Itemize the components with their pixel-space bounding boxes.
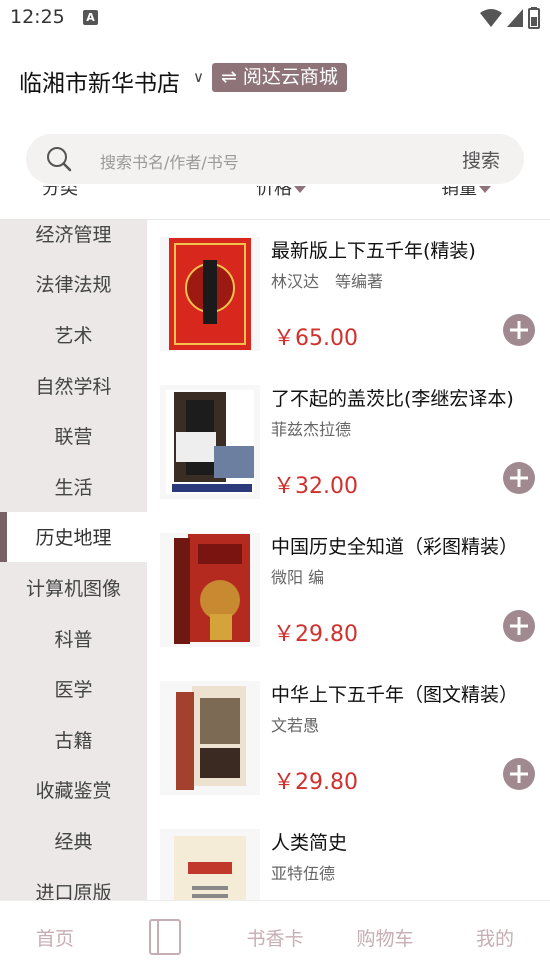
book-author: 亚特伍德 xyxy=(271,864,336,883)
sidebar-item-natural-science[interactable]: 自然学科 xyxy=(0,360,147,411)
list-item[interactable]: 人类简史 亚特伍德 xyxy=(147,812,550,900)
nav-home[interactable]: 首页 xyxy=(0,901,110,979)
sidebar-item-collection[interactable]: 收藏鉴赏 xyxy=(0,765,147,816)
book-author: 菲兹杰拉德 xyxy=(271,420,352,439)
add-to-cart-button[interactable] xyxy=(503,758,535,790)
sidebar-item-economics[interactable]: 经济管理 xyxy=(0,220,147,259)
sidebar-item-life[interactable]: 生活 xyxy=(0,461,147,512)
nav-bookshelf[interactable] xyxy=(110,901,220,979)
nav-cart[interactable]: 购物车 xyxy=(330,901,440,979)
book-price: ￥29.80 xyxy=(273,770,358,795)
book-cover xyxy=(160,385,260,499)
bottom-nav: 首页 书香卡 购物车 我的 xyxy=(0,900,550,979)
product-list: 最新版上下五千年(精装) 林汉达 等编著 ￥65.00 了不起的盖茨比(李继宏译… xyxy=(147,220,550,900)
list-item[interactable]: 最新版上下五千年(精装) 林汉达 等编著 ￥65.00 xyxy=(147,220,550,368)
sidebar-item-medicine[interactable]: 医学 xyxy=(0,663,147,714)
add-to-cart-button[interactable] xyxy=(503,314,535,346)
sidebar-item-computer[interactable]: 计算机图像 xyxy=(0,562,147,613)
sidebar-item-classics[interactable]: 经典 xyxy=(0,815,147,866)
book-title[interactable]: 最新版上下五千年(精装) xyxy=(271,236,476,263)
status-time: 12:25 xyxy=(10,6,65,28)
book-title[interactable]: 了不起的盖茨比(李继宏译本) xyxy=(271,384,514,411)
book-title[interactable]: 中华上下五千年（图文精装） xyxy=(271,680,518,707)
signal-icon xyxy=(507,9,523,27)
book-cover-image xyxy=(166,390,254,494)
book-price: ￥32.00 xyxy=(273,474,358,499)
list-item[interactable]: 了不起的盖茨比(李继宏译本) 菲兹杰拉德 ￥32.00 xyxy=(147,368,550,516)
chevron-down-icon[interactable]: ∨ xyxy=(193,68,204,86)
sort-bar: 分类 价格 销量 xyxy=(0,186,550,220)
nav-card[interactable]: 书香卡 xyxy=(220,901,330,979)
list-item[interactable]: 中国历史全知道（彩图精装） 微阳 编 ￥29.80 xyxy=(147,516,550,664)
book-cover xyxy=(160,237,260,351)
book-author: 微阳 编 xyxy=(271,568,325,587)
book-price: ￥65.00 xyxy=(273,326,358,351)
add-to-cart-button[interactable] xyxy=(503,462,535,494)
store-name[interactable]: 临湘市新华书店 xyxy=(19,64,180,98)
sidebar-item-law[interactable]: 法律法规 xyxy=(0,259,147,310)
book-cover-image xyxy=(169,238,251,350)
sort-sales-label: 销量 xyxy=(441,186,477,199)
sidebar-item-joint[interactable]: 联营 xyxy=(0,410,147,461)
add-to-cart-button[interactable] xyxy=(503,610,535,642)
sidebar-item-imported[interactable]: 进口原版 xyxy=(0,866,147,900)
search-input[interactable]: 搜索书名/作者/书号 xyxy=(100,149,239,173)
book-cover-image xyxy=(176,686,246,790)
notification-icon: A xyxy=(83,10,98,25)
sidebar-item-art[interactable]: 艺术 xyxy=(0,309,147,360)
header: 临湘市新华书店 ∨ ⇌ 阅达云商城 xyxy=(0,56,550,100)
book-cover xyxy=(160,533,260,647)
book-cover xyxy=(160,681,260,795)
book-cover-image xyxy=(174,534,250,644)
book-author: 林汉达 等编著 xyxy=(271,272,384,291)
status-bar: 12:25 A xyxy=(0,0,550,38)
sidebar-item-ancient-books[interactable]: 古籍 xyxy=(0,714,147,765)
battery-icon xyxy=(528,7,540,29)
search-bar[interactable]: 搜索书名/作者/书号 搜索 xyxy=(26,134,524,184)
caret-down-icon xyxy=(294,186,306,193)
book-icon xyxy=(149,919,181,955)
caret-down-icon xyxy=(479,186,491,193)
mall-switch-badge[interactable]: ⇌ 阅达云商城 xyxy=(212,63,347,92)
book-title[interactable]: 中国历史全知道（彩图精装） xyxy=(271,532,518,559)
nav-mine[interactable]: 我的 xyxy=(440,901,550,979)
book-price: ￥29.80 xyxy=(273,622,358,647)
sort-price[interactable]: 价格 xyxy=(256,186,306,200)
book-cover-image xyxy=(174,836,246,900)
wifi-icon xyxy=(480,9,502,27)
search-button[interactable]: 搜索 xyxy=(462,146,500,173)
list-item[interactable]: 中华上下五千年（图文精装） 文若愚 ￥29.80 xyxy=(147,664,550,812)
switch-icon: ⇌ xyxy=(221,66,237,88)
search-icon xyxy=(47,147,72,172)
sidebar-item-popular-science[interactable]: 科普 xyxy=(0,613,147,664)
book-cover xyxy=(160,829,260,900)
sidebar-item-history-geography[interactable]: 历史地理 xyxy=(0,511,147,563)
book-title[interactable]: 人类简史 xyxy=(271,828,347,855)
mall-name: 阅达云商城 xyxy=(242,66,338,88)
sort-price-label: 价格 xyxy=(256,186,292,199)
sort-sales[interactable]: 销量 xyxy=(441,186,491,200)
book-author: 文若愚 xyxy=(271,716,320,735)
category-sidebar: 经济管理 法律法规 艺术 自然学科 联营 生活 历史地理 计算机图像 科普 医学… xyxy=(0,220,147,900)
sort-category[interactable]: 分类 xyxy=(42,186,78,200)
status-icons xyxy=(480,7,540,29)
